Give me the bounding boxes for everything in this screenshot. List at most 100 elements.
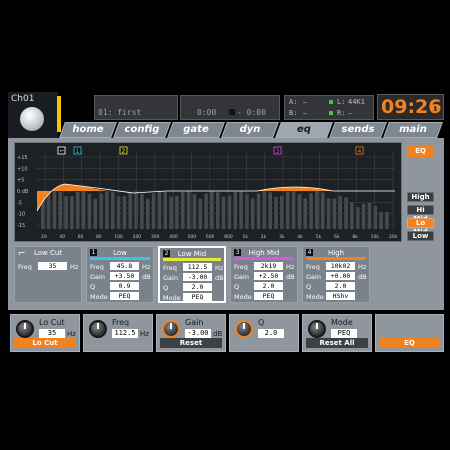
encoder-freq[interactable]: Freq 112.5 Hz <box>83 314 153 352</box>
spectrum-bar <box>321 192 325 229</box>
band-marker-label: 4 <box>358 148 362 155</box>
channel-level-meter <box>57 96 61 132</box>
encoder-gain[interactable]: Gain -3.00 dB Reset <box>156 314 226 352</box>
y-tick-label: -15 <box>17 223 25 229</box>
band-button-hi-mid[interactable]: Hi Mid <box>407 205 434 223</box>
x-tick-label: 1k <box>242 234 248 240</box>
spectrum-bar <box>175 195 179 229</box>
status-led-icon <box>329 111 333 115</box>
tab-home[interactable]: home <box>59 122 117 138</box>
encoder-value: PEQ <box>331 329 357 338</box>
y-tick-label: +15 <box>17 155 28 161</box>
card-row: Q 2.0 <box>163 283 212 292</box>
spectrum-bar <box>256 193 261 229</box>
tab-gate[interactable]: gate <box>167 122 225 138</box>
knob-icon[interactable] <box>235 320 253 338</box>
io-b-value: – <box>303 109 308 117</box>
y-tick-label: +10 <box>17 166 28 172</box>
tab-main[interactable]: main <box>383 122 443 138</box>
card-high[interactable]: 4 High Freq 10k02 Hz Gain +0.00 dB Q 2.0 Mode… <box>302 246 370 303</box>
knob-icon[interactable] <box>162 320 180 338</box>
spectrum-bar <box>116 196 121 229</box>
encoder-value: 112.5 <box>112 329 138 338</box>
card-row: Freq 35 Hz <box>18 262 79 271</box>
band-button-lo-mid[interactable]: Lo Mid <box>407 218 434 236</box>
encoder-q[interactable]: Q 2.0 <box>229 314 299 352</box>
spectrum-bar <box>81 191 86 229</box>
x-tick-label: 40 <box>59 234 65 240</box>
tab-config[interactable]: config <box>113 122 171 138</box>
io-l-value: 44K1 <box>348 98 365 106</box>
spectrum-bar <box>111 192 115 229</box>
tab-eq[interactable]: eq <box>275 122 333 138</box>
x-tick-label: 400 <box>169 234 178 240</box>
encoder-value: 2.0 <box>258 329 284 338</box>
x-tick-label: 10k <box>371 234 380 240</box>
band-marker-label: 3 <box>276 148 280 155</box>
x-tick-label: 80 <box>96 234 102 240</box>
x-tick-label: 800 <box>224 234 233 240</box>
spectrum-bar <box>262 191 267 229</box>
card-title: Low <box>113 249 127 257</box>
band-marker-label: 1 <box>76 148 80 155</box>
card-row: Gain +0.00 dB <box>306 272 367 281</box>
x-tick-label: 300 <box>151 234 160 240</box>
encoder-label: Q <box>258 318 265 327</box>
card-row: Mode PEQ <box>234 292 283 301</box>
encoder-value: 35 <box>39 329 65 338</box>
knob-icon[interactable] <box>16 320 34 338</box>
spectrum-bar <box>274 196 278 229</box>
band-button-low[interactable]: Low <box>407 231 434 241</box>
encoder-eq[interactable]: EQ <box>375 314 444 352</box>
x-tick-label: 60 <box>78 234 84 240</box>
spectrum-bar <box>58 192 62 229</box>
card-row: Q 2.0 <box>306 282 355 291</box>
knob-icon[interactable] <box>308 320 326 338</box>
spectrum-bar <box>309 193 313 229</box>
card-lowcut[interactable]: ⌐ Low Cut Freq 35 Hz <box>14 246 82 303</box>
channel-selector[interactable]: Ch01 <box>8 92 58 138</box>
eq-toggle-button[interactable]: EQ <box>379 338 440 348</box>
reset-all-button[interactable]: Reset All <box>306 338 368 348</box>
encoder-unit: Hz <box>140 330 149 338</box>
card-low[interactable]: 1 Low Freq 45.8 Hz Gain +3.50 dB Q 0.9 Mode PE… <box>86 246 154 303</box>
lowcut-freq-value[interactable]: 35 <box>38 262 67 270</box>
stop-icon[interactable] <box>229 109 235 115</box>
tab-bar: home config gate dyn eq sends main <box>59 122 444 138</box>
card-row: Freq 10k02 Hz <box>306 262 367 271</box>
spectrum-bar <box>140 194 144 229</box>
band-button-high[interactable]: High <box>407 192 434 202</box>
band-color-bar <box>163 258 221 261</box>
lo-cut-button[interactable]: Lo Cut <box>14 338 76 348</box>
x-tick-label: 200 <box>133 234 142 240</box>
scene-display: 01: first <box>94 95 178 120</box>
tab-sends[interactable]: sends <box>329 122 387 138</box>
spectrum-bar <box>128 191 132 229</box>
y-tick-label: -5 <box>17 200 22 206</box>
card-row: Mode PEQ <box>90 292 139 301</box>
knob-icon[interactable] <box>89 320 107 338</box>
encoder-lo-cut[interactable]: Lo Cut 35 Hz Lo Cut <box>10 314 80 352</box>
card-high-mid[interactable]: 3 High Mid Freq 2k19 Hz Gain +2.50 dB Q 2.0 M… <box>230 246 298 303</box>
eq-frequency-graph[interactable]: +15 +10 +5 0 dB -5 -10 -15 20 40 60 80 100 200 300 400… <box>14 142 402 242</box>
spectrum-bar <box>105 191 109 229</box>
encoder-value: -3.00 <box>185 329 211 338</box>
encoder-mode[interactable]: Mode PEQ Reset All <box>302 314 372 352</box>
io-status: A: – B: – L: 44K1 R: – <box>284 95 374 120</box>
spectrum-bar <box>181 191 185 229</box>
card-row: Mode PEQ <box>163 293 212 302</box>
tab-dyn[interactable]: dyn <box>221 122 279 138</box>
card-title: High <box>327 249 345 257</box>
reset-button[interactable]: Reset <box>160 338 222 348</box>
band-marker-label: ⌐ <box>60 148 65 155</box>
spectrum-bar <box>70 196 74 229</box>
card-title: High Mid <box>248 249 280 257</box>
io-b-label: B: <box>289 109 298 117</box>
card-low-mid[interactable]: 2 Low Mid Freq 112.5 Hz Gain -3.00 dB Q 2.0 M… <box>158 246 226 303</box>
card-row: Q 2.0 <box>234 282 283 291</box>
y-tick-label: 0 dB <box>17 189 29 195</box>
eq-side-label: EQ <box>407 146 434 157</box>
x-tick-label: 100 <box>114 234 123 240</box>
clock: 09:26 10 <box>377 94 444 120</box>
channel-name: Ch01 <box>11 94 35 104</box>
